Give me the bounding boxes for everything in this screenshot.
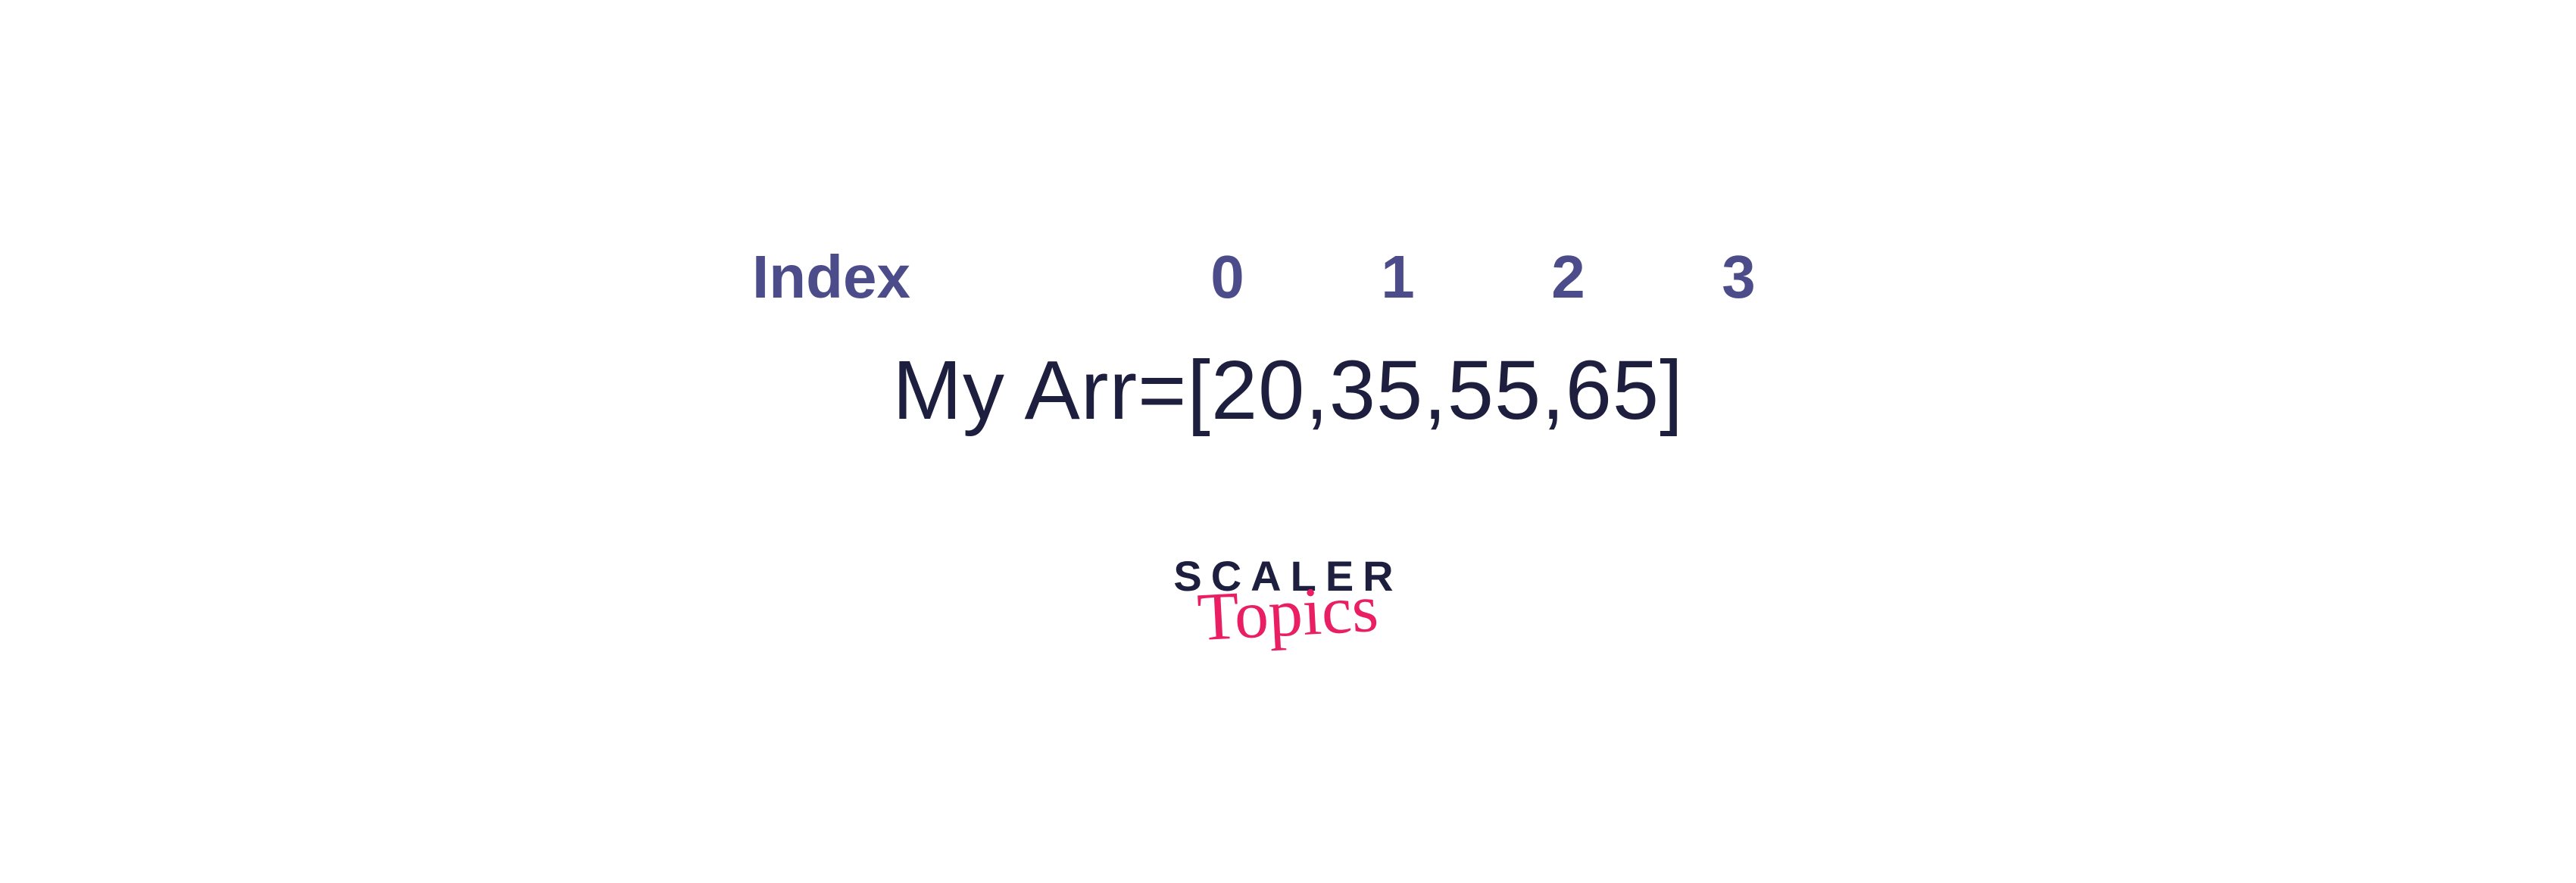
array-indexing-diagram: Index 0 1 2 3 My Arr = [ 20 , 35 , 55 , …	[752, 242, 1824, 641]
array-sep-1: ,	[1423, 342, 1447, 438]
array-row: My Arr = [ 20 , 35 , 55 , 65 ]	[892, 342, 1683, 438]
index-0: 0	[1142, 242, 1313, 312]
array-equals: =	[1138, 342, 1187, 438]
index-row: Index 0 1 2 3	[752, 242, 1824, 312]
array-name: My Arr	[892, 342, 1138, 438]
scaler-topics-logo: SCALER Topics	[1173, 560, 1402, 641]
index-1: 1	[1313, 242, 1483, 312]
array-value-2: 55	[1447, 342, 1541, 438]
index-numbers: 0 1 2 3	[1142, 242, 1824, 312]
index-2: 2	[1483, 242, 1653, 312]
array-sep-0: ,	[1305, 342, 1329, 438]
array-sep-2: ,	[1541, 342, 1566, 438]
array-value-1: 35	[1329, 342, 1423, 438]
array-bracket-open: [	[1187, 342, 1211, 438]
logo-topics-text: Topics	[1196, 582, 1379, 645]
index-3: 3	[1653, 242, 1824, 312]
array-value-3: 65	[1566, 342, 1660, 438]
array-bracket-close: ]	[1660, 342, 1684, 438]
array-value-0: 20	[1211, 342, 1305, 438]
index-label: Index	[752, 242, 1142, 312]
